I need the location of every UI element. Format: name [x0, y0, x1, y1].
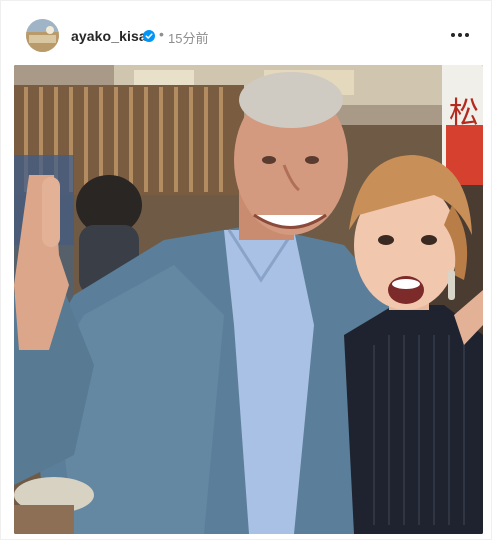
- avatar-image: [26, 19, 59, 52]
- post-header: ayako_kisa • 15分前: [1, 1, 492, 65]
- post-timestamp[interactable]: 15分前: [168, 28, 208, 47]
- sign-character: 松: [449, 96, 479, 131]
- instagram-post: ayako_kisa • 15分前 松: [0, 0, 492, 540]
- profile-avatar[interactable]: [26, 19, 59, 52]
- verified-badge-icon: [143, 30, 155, 42]
- post-photo[interactable]: 松: [14, 65, 483, 534]
- more-options-icon[interactable]: [448, 25, 472, 45]
- username-link[interactable]: ayako_kisa: [71, 28, 147, 44]
- separator-dot: •: [159, 26, 164, 42]
- photo-illustration: 松: [14, 65, 483, 534]
